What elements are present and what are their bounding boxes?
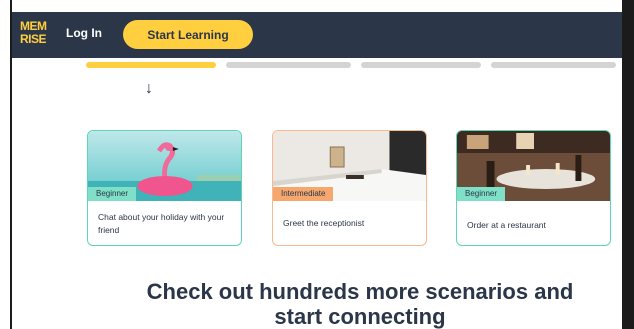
memrise-logo[interactable]: MEM RISE <box>20 20 50 50</box>
frame-left <box>0 0 12 329</box>
start-learning-button[interactable]: Start Learning <box>123 20 253 49</box>
frame-right <box>622 0 634 329</box>
logo-line-2: RISE <box>20 32 47 46</box>
card-title: Order at a restaurant <box>467 220 546 230</box>
card-title: Greet the receptionist <box>283 218 365 228</box>
scenario-card-restaurant[interactable]: Beginner Order at a restaurant <box>456 130 611 246</box>
tab-indicator[interactable] <box>491 62 616 68</box>
navbar: MEM RISE Log In Start Learning <box>12 12 622 58</box>
level-badge: Intermediate <box>273 187 334 201</box>
card-title: Chat about your holiday with your friend <box>98 212 225 235</box>
cta-heading: Check out hundreds more scenarios and st… <box>146 279 574 329</box>
level-badge: Beginner <box>88 187 137 201</box>
level-badge: Beginner <box>457 187 506 201</box>
tab-indicator[interactable] <box>226 62 351 68</box>
scenario-tabs <box>86 58 626 72</box>
tab-indicator[interactable] <box>361 62 481 68</box>
scenario-card-holiday[interactable]: Beginner Chat about your holiday with yo… <box>87 130 242 246</box>
tab-indicator-active[interactable] <box>86 62 216 68</box>
arrow-down-icon: ↓ <box>145 80 153 97</box>
login-link[interactable]: Log In <box>66 26 102 40</box>
scenario-card-receptionist[interactable]: Intermediate Greet the receptionist <box>272 130 427 246</box>
